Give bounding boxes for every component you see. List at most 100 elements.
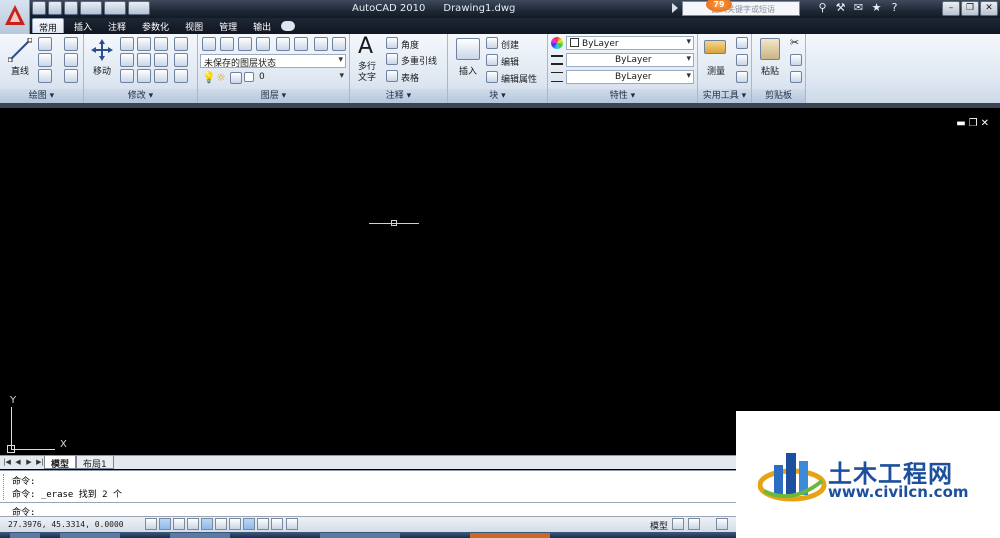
cut-icon[interactable]: ✂ (790, 36, 799, 49)
tab-annotate[interactable]: 注释 (102, 18, 132, 33)
tab-view[interactable]: 视图 (179, 18, 209, 33)
expand-arrow-icon[interactable] (672, 3, 678, 13)
minimize-icon[interactable]: – (942, 1, 960, 16)
color-dropdown[interactable]: ByLayer (566, 36, 694, 50)
angle-dim-icon[interactable] (386, 37, 398, 49)
layer-freeze-icon[interactable] (332, 37, 346, 51)
panel-annotation-title[interactable]: 注释 ▾ (350, 89, 447, 103)
copy-icon[interactable] (120, 37, 134, 51)
plot-icon[interactable] (128, 1, 150, 15)
stretch-icon[interactable] (120, 53, 134, 67)
scale-icon[interactable] (120, 69, 134, 83)
favorites-star-icon[interactable]: ★ (870, 1, 883, 15)
application-menu-button[interactable] (0, 0, 30, 34)
tab-home[interactable]: 常用 (32, 18, 65, 34)
table-button[interactable]: 表格 (401, 71, 419, 84)
measure-icon[interactable] (704, 40, 726, 54)
layer-previous-icon[interactable] (294, 37, 308, 51)
coordinate-readout[interactable]: 27.3976, 45.3314, 0.0000 (8, 520, 124, 529)
layer-walk-icon[interactable] (314, 37, 328, 51)
tab-output[interactable]: 输出 (247, 18, 277, 33)
communication-icon[interactable]: ✉ (852, 1, 865, 15)
paste-icon[interactable] (760, 38, 780, 60)
line-button[interactable]: 直线 (6, 64, 34, 77)
hatch-icon[interactable] (64, 69, 78, 83)
model-space-label[interactable]: 模型 (650, 519, 668, 532)
next-tab-arrow-icon[interactable]: ▶ (24, 457, 34, 468)
taskbar-item[interactable] (170, 533, 230, 538)
prev-tab-arrow-icon[interactable]: ◀ (13, 457, 23, 468)
layer-dropdown[interactable]: 0 (256, 71, 346, 85)
ortho-toggle-icon[interactable] (173, 518, 185, 530)
mleader-button[interactable]: 多重引线 (401, 54, 437, 67)
layer-unisolate-icon[interactable] (256, 37, 270, 51)
angle-dim-button[interactable]: 角度 (401, 38, 419, 51)
linetype-icon[interactable] (551, 72, 563, 82)
layer-color-swatch-icon[interactable] (244, 72, 254, 82)
rectangle-icon[interactable] (64, 53, 78, 67)
layer-match-icon[interactable] (276, 37, 290, 51)
close-icon[interactable]: ✕ (980, 1, 998, 16)
table-icon[interactable] (386, 70, 398, 82)
layer-isolate-icon[interactable] (238, 37, 252, 51)
taskbar-item[interactable] (470, 533, 550, 538)
tab-layout1[interactable]: 布局1 (76, 456, 114, 470)
ducs-toggle-icon[interactable] (229, 518, 241, 530)
layer-state-icon[interactable] (220, 37, 234, 51)
edit-attribute-button[interactable]: 编辑属性 (501, 72, 537, 85)
edit-attribute-icon[interactable] (486, 71, 498, 83)
taskbar-item[interactable] (60, 533, 120, 538)
edit-block-button[interactable]: 编辑 (501, 55, 519, 68)
grid-toggle-icon[interactable] (159, 518, 171, 530)
quick-view-layouts-icon[interactable] (672, 518, 684, 530)
layer-properties-icon[interactable] (202, 37, 216, 51)
layer-unlock-icon[interactable] (230, 72, 242, 84)
restore-icon[interactable]: ❐ (961, 1, 979, 16)
taskbar-item[interactable] (10, 533, 40, 538)
annotation-scale-icon[interactable] (716, 518, 728, 530)
insert-block-icon[interactable] (456, 38, 480, 60)
tab-parametric[interactable]: 参数化 (136, 18, 175, 33)
mtext-icon[interactable]: A (358, 34, 373, 59)
mirror-icon[interactable] (154, 53, 168, 67)
layer-state-dropdown[interactable]: 未保存的图层状态 (200, 54, 346, 68)
open-icon[interactable] (48, 1, 62, 15)
linetype-dropdown[interactable]: ByLayer (566, 70, 694, 84)
polyline-icon[interactable] (38, 37, 52, 51)
color-wheel-icon[interactable] (551, 37, 563, 49)
calculator-icon[interactable] (736, 71, 748, 83)
match-properties-icon[interactable] (790, 71, 802, 83)
tab-model[interactable]: 模型 (44, 456, 77, 470)
panel-block-title[interactable]: 块 ▾ (448, 89, 547, 103)
array-icon[interactable] (154, 69, 168, 83)
save-icon[interactable] (64, 1, 78, 15)
panel-draw-title[interactable]: 绘图 ▾ (0, 89, 83, 103)
help-icon[interactable]: ? (888, 1, 901, 15)
drawing-area[interactable]: ▬❐✕ Y X (0, 103, 1000, 455)
search-input[interactable]: 键入关键字或短语 (682, 1, 800, 16)
taskbar-item[interactable] (320, 533, 400, 538)
panel-properties-title[interactable]: 特性 ▾ (548, 89, 697, 103)
ellipse-icon[interactable] (38, 69, 52, 83)
erase-icon[interactable] (174, 37, 188, 51)
lineweight-dropdown[interactable]: ByLayer (566, 53, 694, 67)
lineweight-toggle-icon[interactable] (257, 518, 269, 530)
explode-icon[interactable] (174, 53, 188, 67)
line-icon[interactable] (8, 38, 32, 62)
move-button[interactable]: 移动 (88, 64, 116, 77)
snap-toggle-icon[interactable] (145, 518, 157, 530)
osnap-toggle-icon[interactable] (201, 518, 213, 530)
drawing-minimize-icon[interactable]: ▬ (956, 118, 968, 129)
drawing-restore-icon[interactable]: ❐ (969, 118, 981, 129)
modify-more-icon[interactable] (174, 69, 188, 83)
binoculars-icon[interactable]: ⚲ (816, 1, 829, 15)
new-icon[interactable] (32, 1, 46, 15)
dyn-toggle-icon[interactable] (243, 518, 255, 530)
tab-insert[interactable]: 插入 (68, 18, 98, 33)
measure-button[interactable]: 测量 (700, 64, 732, 77)
first-tab-arrow-icon[interactable]: |◀ (2, 457, 12, 468)
otrack-toggle-icon[interactable] (215, 518, 227, 530)
status-menu-icon[interactable] (286, 518, 298, 530)
layer-thaw-sun-icon[interactable]: ☼ (216, 71, 226, 84)
rotate-icon[interactable] (137, 37, 151, 51)
